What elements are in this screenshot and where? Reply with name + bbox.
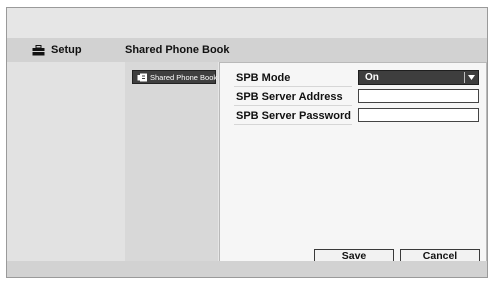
setup-label: Setup — [51, 44, 82, 56]
spb-server-address-input[interactable] — [358, 89, 479, 103]
header-bar: Setup Shared Phone Book — [7, 38, 487, 62]
spb-server-password-label: SPB Server Password — [236, 110, 351, 122]
tab-column: Shared Phone Book — [125, 62, 218, 261]
tab-label: Shared Phone Book — [150, 72, 218, 82]
left-pane — [7, 62, 125, 261]
spb-server-password-input[interactable] — [358, 108, 479, 122]
tab-shared-phone-book[interactable]: Shared Phone Book — [132, 70, 218, 84]
setup-breadcrumb: Setup — [32, 42, 82, 58]
spb-server-password-row: SPB Server Password — [234, 108, 484, 125]
phone-book-icon — [137, 73, 148, 82]
settings-panel: SPB Mode On SPB Server Address SPB Serve… — [219, 62, 487, 263]
spb-server-address-label: SPB Server Address — [236, 91, 343, 103]
spb-mode-row: SPB Mode On — [234, 70, 484, 87]
setup-screen: Setup Shared Phone Book Shared Phone Boo… — [6, 7, 488, 278]
footer-bar — [7, 261, 487, 277]
row-divider — [234, 86, 352, 87]
chevron-down-icon[interactable] — [464, 72, 477, 83]
toolbox-icon — [32, 44, 45, 56]
spb-mode-label: SPB Mode — [236, 72, 291, 84]
row-divider — [234, 105, 352, 106]
spb-mode-select[interactable]: On — [358, 70, 479, 85]
page-title: Shared Phone Book — [125, 44, 230, 56]
spb-mode-value: On — [365, 72, 379, 83]
spb-server-address-row: SPB Server Address — [234, 89, 484, 106]
row-divider — [234, 124, 352, 125]
